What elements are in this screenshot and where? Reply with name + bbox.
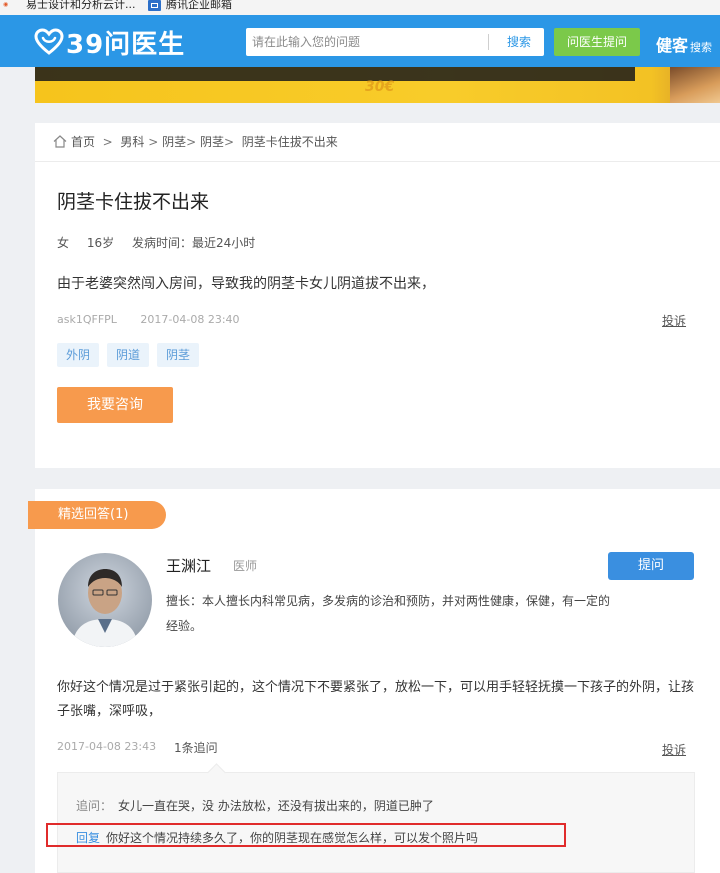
followup-r-text: 你好这个情况持续多久了，你的阴茎现在感觉怎么样，可以发个照片吗 (106, 831, 479, 845)
doctor-title: 医师 (233, 559, 258, 573)
question-tags: 外阴 阴道 阴茎 (57, 343, 200, 367)
tag-item[interactable]: 外阴 (57, 343, 100, 367)
ad-banner[interactable]: 30€ (35, 67, 720, 103)
bookmark-site-icon: ◉ (3, 1, 9, 8)
doctor-name[interactable]: 王渊江 (166, 555, 211, 576)
onset-time: 发病时间：最近24小时 (131, 236, 256, 250)
breadcrumb-current: 阴茎卡住拔不出来 (241, 135, 338, 149)
heart-logo-icon (34, 28, 64, 55)
tag-item[interactable]: 阴道 (107, 343, 150, 367)
jianke-sub: 搜索 (690, 41, 713, 54)
doctor-specialty: 擅长：本人擅长内科常见病，多发病的诊治和预防，并对两性健康，保健，有一定的经验。 (166, 594, 611, 633)
logo-text: 39问医生 (66, 29, 186, 60)
answer-time: 2017-04-08 23:43 (57, 740, 157, 753)
banner-sub-text: 30€ (365, 79, 395, 95)
question-body: 由于老婆突然闯入房间，导致我的阴茎卡女儿阴道拔不出来， (57, 276, 435, 292)
breadcrumb-sep: > (186, 135, 197, 149)
mail-icon (148, 0, 161, 11)
breadcrumb-home[interactable]: 首页 (71, 135, 95, 149)
breadcrumb-sep: > (224, 135, 235, 149)
doctor-avatar[interactable] (58, 553, 152, 647)
question-meta: 女 16岁 发病时间：最近24小时 (57, 234, 269, 251)
followup-thread: 追问： 女儿一直在哭，没 办法放松，还没有拔出来的，阴道已肿了 回复 你好这个情况持… (57, 772, 695, 873)
followup-question: 追问： 女儿一直在哭，没 办法放松，还没有拔出来的，阴道已肿了 (76, 797, 434, 814)
breadcrumb-text: 首页 > 男科 > 阴茎> 阴茎> 阴茎卡住拔不出来 (71, 123, 338, 161)
jianke-link[interactable]: 健客 搜索 (656, 32, 712, 56)
site-logo[interactable]: 39问医生 (34, 27, 185, 60)
followup-reply: 回复 你好这个情况持续多久了，你的阴茎现在感觉怎么样，可以发个照片吗 (76, 829, 478, 846)
bookmark-item-1[interactable]: 易士设计和分析云计... (26, 0, 136, 12)
tag-item[interactable]: 阴茎 (157, 343, 200, 367)
question-report-link[interactable]: 投诉 (662, 312, 686, 329)
question-author-line: ask1QFFPL 2017-04-08 23:40 (57, 313, 260, 326)
search-input[interactable] (246, 28, 484, 56)
question-author: ask1QFFPL (57, 313, 117, 326)
answers-count-ribbon: 精选回答(1) (28, 501, 166, 529)
question-title: 阴茎卡住拔不出来 (57, 191, 210, 213)
breadcrumb: 首页 > 男科 > 阴茎> 阴茎> 阴茎卡住拔不出来 (35, 123, 720, 162)
doctor-photo (72, 569, 138, 647)
ask-doctor-button[interactable]: 问医生提问 (554, 28, 640, 56)
breadcrumb-sep: > (102, 135, 113, 149)
followup-q-text: 女儿一直在哭，没 办法放松，还没有拔出来的，阴道已肿了 (118, 799, 434, 813)
breadcrumb-nanke[interactable]: 男科 (120, 135, 144, 149)
answers-card: 精选回答(1) 王渊江 医师 擅长：本人擅长内科常见病，多发病的诊治和预防，并对… (28, 489, 720, 873)
banner-headline-strip (35, 67, 635, 81)
question-card: 首页 > 男科 > 阴茎> 阴茎> 阴茎卡住拔不出来 阴茎卡住拔不出来 女 16… (35, 123, 720, 468)
search-button[interactable]: 搜索 (496, 28, 542, 56)
bookmark-item-2[interactable]: 腾讯企业邮箱 (166, 0, 232, 12)
banner-photo (670, 67, 720, 103)
home-icon (53, 135, 67, 148)
jianke-brand: 健客 (656, 36, 689, 55)
bookmarks-bar: ◉ 易士设计和分析云计... 腾讯企业邮箱 (0, 0, 720, 15)
followup-count-link[interactable]: 1条追问 (174, 739, 218, 756)
breadcrumb-sep: > (148, 135, 159, 149)
answer-body: 你好这个情况是过于紧张引起的，这个情况下不要紧张了，放松一下，可以用手轻轻抚摸一… (57, 680, 695, 719)
consult-button[interactable]: 我要咨询 (57, 387, 173, 423)
patient-gender: 女 (57, 236, 70, 250)
patient-age: 16岁 (86, 236, 115, 250)
site-header: 39问医生 搜索 问医生提问 健客搜索 (0, 15, 720, 67)
search-divider (488, 34, 489, 50)
followup-q-label: 追问： (76, 799, 113, 813)
breadcrumb-yinjing-2[interactable]: 阴茎 (200, 135, 224, 149)
answer-report-link[interactable]: 投诉 (662, 741, 686, 758)
followup-r-label: 回复 (76, 831, 101, 845)
ask-this-doctor-button[interactable]: 提问 (608, 552, 694, 580)
question-time: 2017-04-08 23:40 (140, 313, 240, 326)
search-box: 搜索 (246, 28, 544, 56)
breadcrumb-yinjing-1[interactable]: 阴茎 (162, 135, 186, 149)
